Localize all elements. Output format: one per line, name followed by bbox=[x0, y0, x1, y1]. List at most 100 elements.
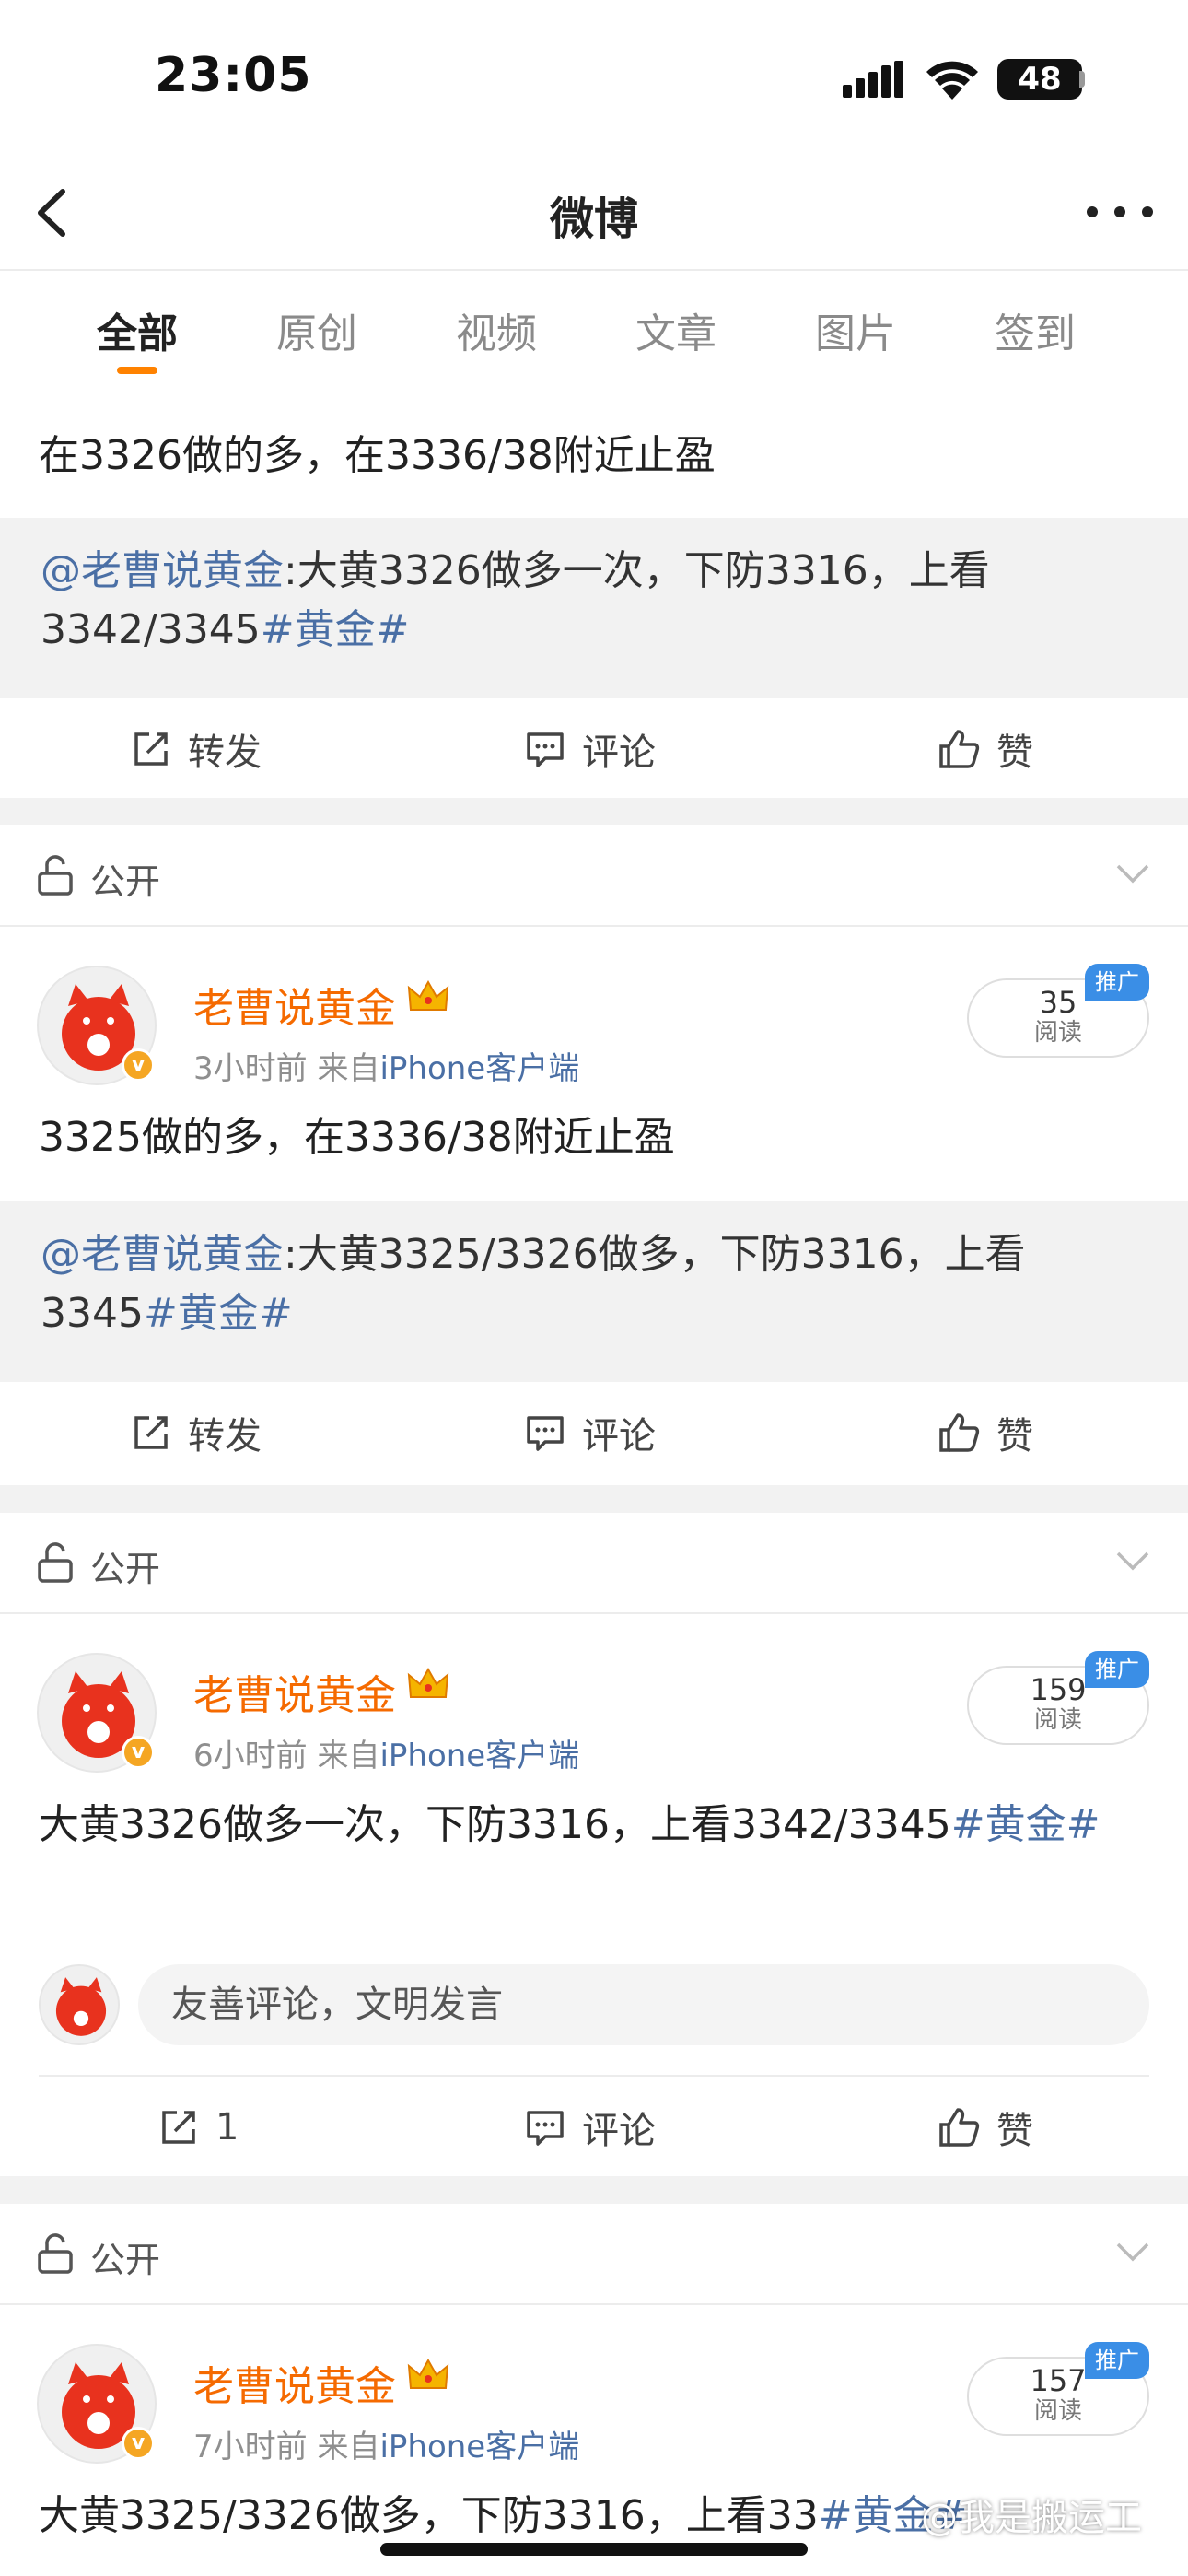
like-label: 赞 bbox=[996, 732, 1033, 774]
post-meta: 3小时前 来自iPhone客户端 bbox=[193, 1043, 579, 1088]
post-card: 公开 v 老曹说黄金 3小时前 来自iPhone客户端 35 阅读 推广 332… bbox=[0, 825, 1188, 1485]
like-button[interactable]: 赞 bbox=[938, 698, 1033, 800]
comment-icon bbox=[527, 1416, 564, 1451]
thumbs-up-icon bbox=[939, 1413, 980, 1452]
author-name[interactable]: 老曹说黄金 bbox=[193, 1662, 396, 1721]
post-meta: 6小时前 来自iPhone客户端 bbox=[193, 1730, 579, 1775]
tab-bar: 全部 原创 视频 文章 图片 签到 bbox=[0, 273, 1188, 387]
home-indicator[interactable] bbox=[380, 2543, 808, 2556]
source-link[interactable]: iPhone客户端 bbox=[379, 2429, 579, 2465]
author-name[interactable]: 老曹说黄金 bbox=[193, 975, 396, 1034]
chevron-down-icon[interactable] bbox=[1114, 862, 1151, 886]
tab-article[interactable]: 文章 bbox=[616, 300, 736, 359]
repost-content: @老曹说黄金:大黄3325/3326做多，下防3316，上看3345#黄金# bbox=[41, 1225, 1146, 1343]
chevron-down-icon[interactable] bbox=[1114, 2241, 1151, 2265]
unlock-icon bbox=[38, 1542, 73, 1583]
post-card: 在3326做的多，在3336/38附近止盈 @老曹说黄金:大黄3326做多一次，… bbox=[0, 387, 1188, 802]
source-link[interactable]: iPhone客户端 bbox=[379, 1050, 579, 1087]
tab-all[interactable]: 全部 bbox=[77, 300, 197, 359]
comment-label: 评论 bbox=[582, 1415, 656, 1458]
repost-content: @老曹说黄金:大黄3326做多一次，下防3316，上看3342/3345#黄金# bbox=[41, 542, 1146, 660]
lucky-cat-avatar-icon bbox=[55, 1977, 107, 2036]
verified-badge-icon: v bbox=[122, 1736, 155, 1769]
repost-author-link[interactable]: @老曹说黄金 bbox=[41, 1231, 284, 1278]
repost-label: 转发 bbox=[188, 1415, 262, 1458]
repost-box[interactable]: @老曹说黄金:大黄3326做多一次，下防3316，上看3342/3345#黄金# bbox=[0, 518, 1188, 698]
repost-button[interactable]: 1 bbox=[158, 2077, 239, 2178]
crown-icon bbox=[407, 2358, 449, 2389]
visibility-bar[interactable]: 公开 bbox=[0, 825, 1188, 927]
unlock-icon bbox=[38, 2233, 73, 2274]
repost-icon bbox=[134, 1416, 168, 1449]
comment-button[interactable]: 评论 bbox=[525, 2077, 656, 2178]
status-bar: 23:05 48 bbox=[0, 0, 1188, 157]
post-meta: 7小时前 来自iPhone客户端 bbox=[193, 2421, 579, 2466]
topic-link[interactable]: #黄金# bbox=[261, 606, 410, 653]
tab-checkin[interactable]: 签到 bbox=[975, 300, 1095, 359]
comment-icon bbox=[527, 732, 564, 767]
battery-indicator: 48 bbox=[997, 59, 1082, 100]
promo-badge[interactable]: 推广 bbox=[1085, 2342, 1149, 2379]
source-prefix: 来自 bbox=[317, 2429, 380, 2465]
chevron-down-icon[interactable] bbox=[1114, 1550, 1151, 1574]
source-prefix: 来自 bbox=[317, 1738, 380, 1774]
repost-author-link[interactable]: @老曹说黄金 bbox=[41, 547, 284, 594]
like-button[interactable]: 赞 bbox=[938, 1382, 1033, 1483]
feed-divider bbox=[0, 2176, 1188, 2204]
promo-badge[interactable]: 推广 bbox=[1085, 1651, 1149, 1688]
comment-label: 评论 bbox=[582, 2110, 656, 2152]
tab-original[interactable]: 原创 bbox=[257, 300, 377, 359]
promo-badge[interactable]: 推广 bbox=[1085, 964, 1149, 1001]
visibility-bar[interactable]: 公开 bbox=[0, 1513, 1188, 1614]
topic-link[interactable]: #黄金# bbox=[144, 1290, 293, 1337]
comment-input[interactable]: 友善评论，文明发言 bbox=[138, 1964, 1149, 2045]
action-bar: 1 评论 赞 bbox=[0, 2077, 1188, 2178]
post-time: 3小时前 bbox=[193, 1050, 308, 1087]
repost-button[interactable]: 转发 bbox=[131, 1382, 262, 1483]
topic-link[interactable]: #黄金# bbox=[951, 1801, 1101, 1848]
visibility-bar[interactable]: 公开 bbox=[0, 2204, 1188, 2305]
comment-icon bbox=[527, 2111, 564, 2146]
page-title: 微博 bbox=[549, 193, 638, 245]
nav-bar: 微博 bbox=[0, 157, 1188, 271]
post-time: 7小时前 bbox=[193, 2429, 308, 2465]
repost-icon bbox=[134, 732, 168, 766]
status-time: 23:05 bbox=[155, 48, 312, 103]
comment-button[interactable]: 评论 bbox=[525, 698, 656, 800]
read-label: 阅读 bbox=[1033, 1706, 1082, 1734]
tab-active-indicator bbox=[117, 367, 157, 374]
visibility-label: 公开 bbox=[90, 1549, 161, 1589]
verified-badge-icon: v bbox=[122, 1048, 155, 1082]
post-card: 公开 v 老曹说黄金 6小时前 来自iPhone客户端 159 阅读 推广 大黄… bbox=[0, 1513, 1188, 2178]
like-button[interactable]: 赞 bbox=[938, 2077, 1033, 2178]
comment-row: 友善评论，文明发言 bbox=[0, 1955, 1188, 2047]
watermark: @我是搬运工 bbox=[921, 2497, 1142, 2539]
more-options-icon[interactable] bbox=[1083, 201, 1157, 223]
unlock-icon bbox=[38, 855, 73, 896]
post-body: 大黄3325/3326做多，下防3316，上看33 bbox=[39, 2492, 819, 2539]
read-label: 阅读 bbox=[1033, 1019, 1082, 1047]
source-link[interactable]: iPhone客户端 bbox=[379, 1738, 579, 1774]
battery-tip bbox=[1079, 71, 1085, 88]
repost-box[interactable]: @老曹说黄金:大黄3325/3326做多，下防3316，上看3345#黄金# bbox=[0, 1201, 1188, 1382]
verified-badge-icon: v bbox=[122, 2427, 155, 2460]
wifi-icon bbox=[926, 61, 978, 100]
action-bar: 转发 评论 赞 bbox=[0, 698, 1188, 800]
comment-button[interactable]: 评论 bbox=[525, 1382, 656, 1483]
visibility-label: 公开 bbox=[90, 861, 161, 902]
post-body: 大黄3326做多一次，下防3316，上看3342/3345 bbox=[39, 1801, 951, 1848]
thumbs-up-icon bbox=[939, 730, 980, 768]
author-name[interactable]: 老曹说黄金 bbox=[193, 2353, 396, 2412]
repost-icon bbox=[162, 2111, 195, 2144]
source-prefix: 来自 bbox=[317, 1050, 380, 1087]
comment-label: 评论 bbox=[582, 732, 656, 774]
post-time: 6小时前 bbox=[193, 1738, 308, 1774]
feed-divider bbox=[0, 798, 1188, 825]
post-text: 3325做的多，在3336/38附近止盈 bbox=[39, 1114, 675, 1161]
tab-video[interactable]: 视频 bbox=[437, 300, 556, 359]
cellular-signal-icon bbox=[843, 61, 903, 98]
visibility-label: 公开 bbox=[90, 2240, 161, 2280]
repost-button[interactable]: 转发 bbox=[131, 698, 262, 800]
crown-icon bbox=[407, 979, 449, 1011]
tab-image[interactable]: 图片 bbox=[796, 300, 915, 359]
